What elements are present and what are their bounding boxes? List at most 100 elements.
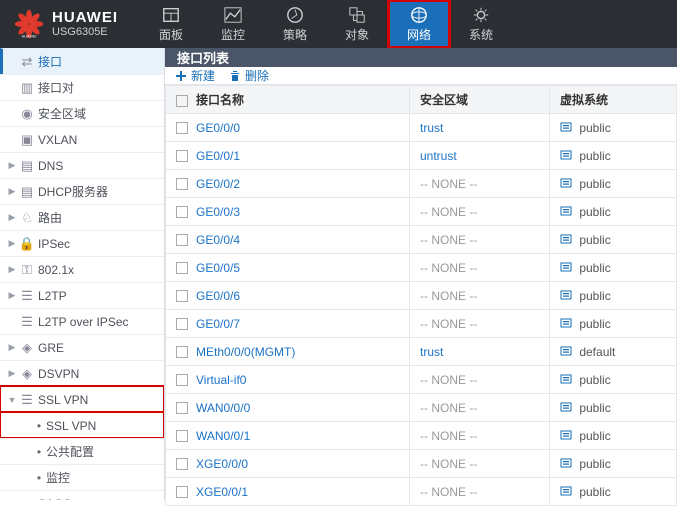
nav-item[interactable]: ⚿802.1x xyxy=(0,256,164,282)
interface-link[interactable]: GE0/0/0 xyxy=(196,121,240,135)
nav-label: DSVPN xyxy=(36,367,158,381)
row-checkbox[interactable] xyxy=(176,150,188,162)
nav-subitem[interactable]: 监控 xyxy=(0,464,164,490)
interface-link[interactable]: GE0/0/7 xyxy=(196,317,240,331)
row-checkbox[interactable] xyxy=(176,402,188,414)
row-checkbox[interactable] xyxy=(176,486,188,498)
table-row[interactable]: GE0/0/7-- NONE -- public xyxy=(166,310,677,338)
nav-item[interactable]: ▥接口对 xyxy=(0,74,164,100)
new-label: 新建 xyxy=(191,67,215,84)
interface-link[interactable]: Virtual-if0 xyxy=(196,373,246,387)
top-tab-1[interactable]: 监控 xyxy=(202,0,264,48)
row-checkbox[interactable] xyxy=(176,290,188,302)
cell-vs: public xyxy=(550,366,677,394)
cell-vs: public xyxy=(550,114,677,142)
nav-item[interactable]: 🔒IPSec xyxy=(0,230,164,256)
top-tab-3[interactable]: 对象 xyxy=(326,0,388,48)
expand-arrow-icon[interactable] xyxy=(6,212,18,223)
nav-item[interactable]: ☰L2TP over IPSec xyxy=(0,308,164,334)
table-row[interactable]: MEth0/0/0(MGMT)trust default xyxy=(166,338,677,366)
expand-arrow-icon[interactable] xyxy=(6,395,18,405)
row-checkbox[interactable] xyxy=(176,262,188,274)
row-checkbox[interactable] xyxy=(176,122,188,134)
interface-table: 接口名称 安全区域 虚拟系统 GE0/0/0trust publicGE0/0/… xyxy=(165,85,677,506)
nav-item[interactable]: ◈DSVPN xyxy=(0,360,164,386)
svg-text:HUAWEI: HUAWEI xyxy=(22,35,37,39)
main-content: 接口列表 新建 删除 接口名称 安全区域 虚拟系统 GE0/0/0trust p… xyxy=(165,48,677,500)
col-name[interactable]: 接口名称 xyxy=(166,86,410,114)
nav-item[interactable]: ♘路由 xyxy=(0,204,164,230)
delete-button[interactable]: 删除 xyxy=(229,67,269,84)
nav-item[interactable]: ◉安全区域 xyxy=(0,100,164,126)
table-row[interactable]: WAN0/0/1-- NONE -- public xyxy=(166,422,677,450)
top-tab-4[interactable]: 网络 xyxy=(388,0,450,48)
cell-zone: -- NONE -- xyxy=(410,282,550,310)
nav-label: VXLAN xyxy=(36,133,158,147)
nav-item[interactable]: ▤DHCP服务器 xyxy=(0,178,164,204)
nav-item[interactable]: ☰SSL VPN xyxy=(0,386,164,412)
tab-icon xyxy=(347,6,367,24)
nav-item[interactable]: ▤DNS xyxy=(0,152,164,178)
expand-arrow-icon[interactable] xyxy=(6,264,18,275)
expand-arrow-icon[interactable] xyxy=(6,368,18,379)
vs-icon xyxy=(560,373,572,385)
row-checkbox[interactable] xyxy=(176,374,188,386)
interface-link[interactable]: GE0/0/2 xyxy=(196,177,240,191)
cell-vs: public xyxy=(550,170,677,198)
table-row[interactable]: XGE0/0/1-- NONE -- public xyxy=(166,478,677,506)
row-checkbox[interactable] xyxy=(176,430,188,442)
expand-arrow-icon[interactable] xyxy=(6,160,18,171)
expand-arrow-icon[interactable] xyxy=(6,342,18,353)
nav-item[interactable]: ▣VXLAN xyxy=(0,126,164,152)
top-tab-5[interactable]: 系统 xyxy=(450,0,512,48)
interface-link[interactable]: GE0/0/6 xyxy=(196,289,240,303)
interface-link[interactable]: XGE0/0/1 xyxy=(196,485,248,499)
expand-arrow-icon[interactable] xyxy=(6,290,18,301)
interface-link[interactable]: GE0/0/4 xyxy=(196,233,240,247)
interface-link[interactable]: MEth0/0/0(MGMT) xyxy=(196,345,295,359)
interface-link[interactable]: WAN0/0/1 xyxy=(196,429,250,443)
nav-label: SSL VPN xyxy=(36,393,158,407)
table-row[interactable]: GE0/0/2-- NONE -- public xyxy=(166,170,677,198)
row-checkbox[interactable] xyxy=(176,234,188,246)
table-row[interactable]: GE0/0/4-- NONE -- public xyxy=(166,226,677,254)
row-checkbox[interactable] xyxy=(176,178,188,190)
interface-link[interactable]: GE0/0/5 xyxy=(196,261,240,275)
col-zone[interactable]: 安全区域 xyxy=(410,86,550,114)
interface-link[interactable]: XGE0/0/0 xyxy=(196,457,248,471)
row-checkbox[interactable] xyxy=(176,346,188,358)
top-tab-0[interactable]: 面板 xyxy=(140,0,202,48)
tab-label: 网络 xyxy=(407,26,431,43)
nav-subitem[interactable]: 公共配置 xyxy=(0,438,164,464)
interface-link[interactable]: GE0/0/3 xyxy=(196,205,240,219)
interface-link[interactable]: WAN0/0/0 xyxy=(196,401,250,415)
select-all-checkbox[interactable] xyxy=(176,95,188,107)
nav-label: 监控 xyxy=(44,469,158,486)
nav-item[interactable]: ◈GRE xyxy=(0,334,164,360)
nav-subitem[interactable]: SSL VPN xyxy=(0,412,164,438)
row-checkbox[interactable] xyxy=(176,458,188,470)
new-button[interactable]: 新建 xyxy=(175,67,215,84)
row-checkbox[interactable] xyxy=(176,206,188,218)
table-row[interactable]: Virtual-if0-- NONE -- public xyxy=(166,366,677,394)
nav-icon: ☼ xyxy=(18,496,36,500)
table-row[interactable]: GE0/0/3-- NONE -- public xyxy=(166,198,677,226)
table-row[interactable]: GE0/0/0trust public xyxy=(166,114,677,142)
table-row[interactable]: GE0/0/5-- NONE -- public xyxy=(166,254,677,282)
top-tab-2[interactable]: 策略 xyxy=(264,0,326,48)
table-row[interactable]: GE0/0/6-- NONE -- public xyxy=(166,282,677,310)
interface-link[interactable]: GE0/0/1 xyxy=(196,149,240,163)
table-row[interactable]: XGE0/0/0-- NONE -- public xyxy=(166,450,677,478)
expand-arrow-icon[interactable] xyxy=(6,238,18,249)
nav-item[interactable]: ⇄接口 xyxy=(0,48,164,74)
nav-item[interactable]: ☰L2TP xyxy=(0,282,164,308)
table-row[interactable]: WAN0/0/0-- NONE -- public xyxy=(166,394,677,422)
nav-item[interactable]: ☼SACG xyxy=(0,490,164,500)
expand-arrow-icon[interactable] xyxy=(6,186,18,197)
table-row[interactable]: GE0/0/1untrust public xyxy=(166,142,677,170)
cell-vs: public xyxy=(550,198,677,226)
col-vs[interactable]: 虚拟系统 xyxy=(550,86,677,114)
row-checkbox[interactable] xyxy=(176,318,188,330)
trash-icon xyxy=(229,70,241,82)
plus-icon xyxy=(175,70,187,82)
